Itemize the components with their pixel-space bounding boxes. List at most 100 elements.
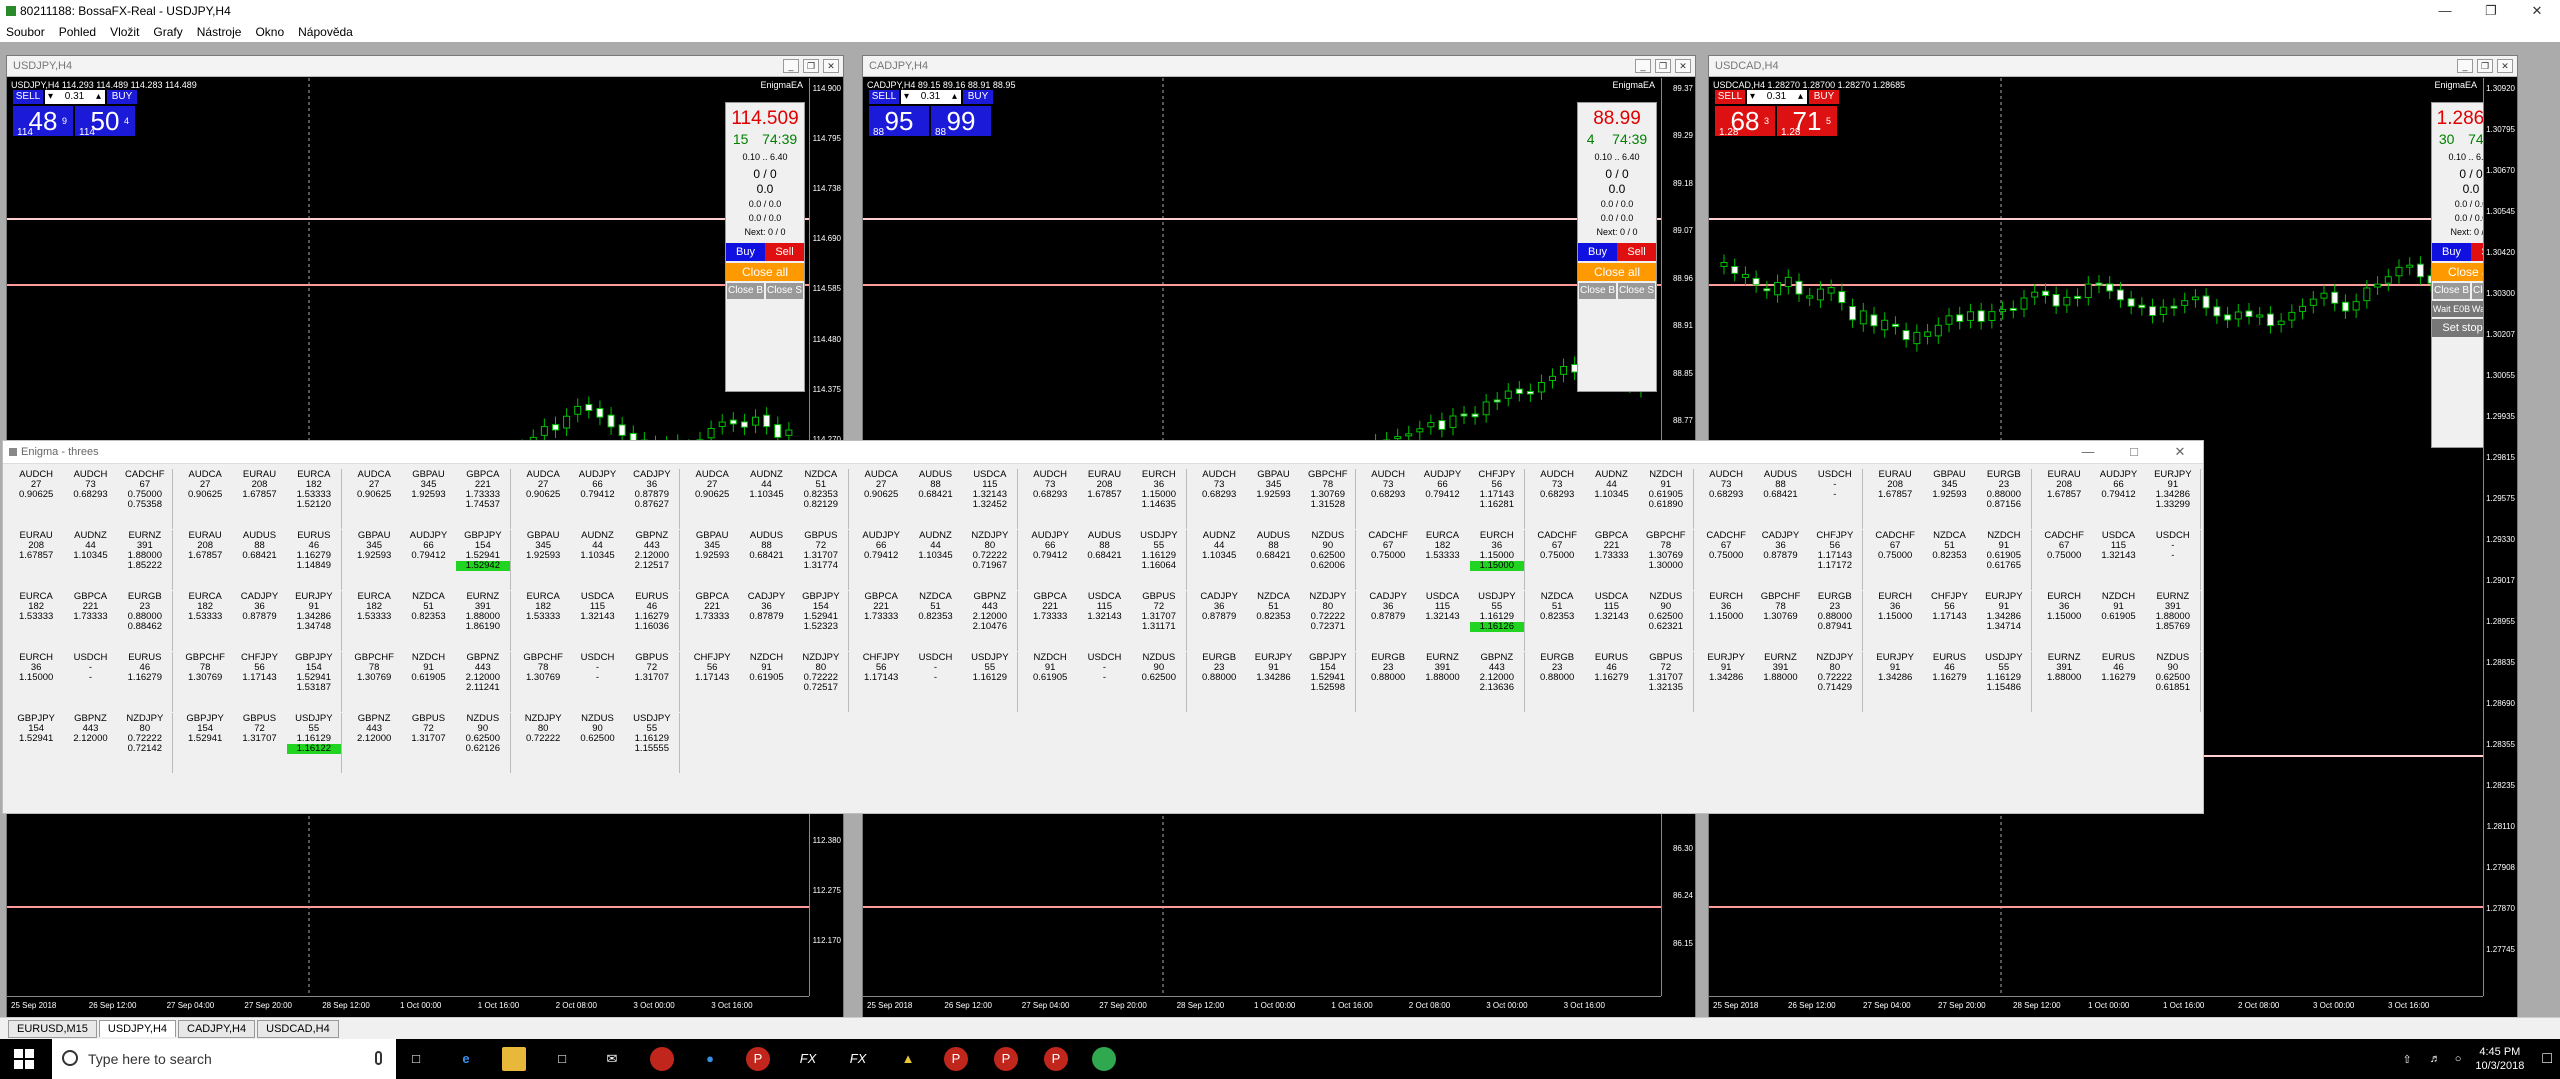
triangle-cell[interactable]: GBPCHF 78 1.30769 USDCH - - GBPUS 72 1.31707 [516,652,680,712]
menu-soubor[interactable]: Soubor [6,25,45,39]
menu-grafy[interactable]: Grafy [153,25,182,39]
ea-close-s-button[interactable]: Close S [1618,283,1655,299]
lot-increase-icon[interactable]: ▴ [96,90,101,104]
ea-buy-button[interactable]: Buy [726,243,765,261]
triangle-cell[interactable]: CADCHF 67 0.75000 GBPCA 221 1.73333 GBPCHF 78 1.… [1530,530,1694,590]
triangle-cell[interactable]: GBPCA 221 1.73333 USDCA 115 1.32143 GBPUS 72 1.3… [1023,591,1187,651]
sell-label[interactable]: SELL [869,90,899,104]
triangle-cell[interactable]: AUDCA 27 0.90625 AUDUS 88 0.68421 USDCA 115 1.32… [854,469,1018,529]
lot-decrease-icon[interactable]: ▾ [48,90,53,104]
ea-close-all-button[interactable]: Close all [1578,263,1656,281]
buy-price-button[interactable]: 88 99 [931,106,991,138]
fx-icon-2[interactable]: FX [846,1047,870,1071]
triangle-cell[interactable]: EURAU 208 1.67857 GBPAU 345 1.92593 EURGB 23 0.8… [1868,469,2032,529]
app-yellow-icon[interactable]: ▲ [896,1047,920,1071]
triangle-cell[interactable]: EURCH 36 1.15000 USDCH - - EURUS 46 1.16279 [9,652,173,712]
triangle-cell[interactable]: AUDCA 27 0.90625 GBPAU 345 1.92593 GBPCA 221 1.7… [347,469,511,529]
triangle-cell[interactable]: AUDCH 73 0.68293 GBPAU 345 1.92593 GBPCHF 78 1.3… [1192,469,1356,529]
volume-icon[interactable]: ♬ [2430,1053,2441,1065]
enigma-close-button[interactable]: ✕ [2157,441,2203,463]
menu-vlozit[interactable]: Vložit [110,25,139,39]
triangle-cell[interactable]: CADCHF 67 0.75000 EURCA 182 1.53333 EURCH 36 1.1… [1361,530,1525,590]
sell-price-button[interactable]: 1.28 68 3 [1715,106,1775,138]
triangle-cell[interactable]: EURGB 23 0.88000 EURNZ 391 1.88000 GBPNZ 443 2.1… [1361,652,1525,712]
ea-close-b-button[interactable]: Close B [727,283,764,299]
lot-decrease-icon[interactable]: ▾ [1750,90,1755,104]
triangle-cell[interactable]: EURCA 182 1.53333 CADJPY 36 0.87879 EURJPY 91 1.… [178,591,342,651]
triangle-cell[interactable]: AUDCH 27 0.90625 AUDCH 73 0.68293 CADCHF 67 0.75… [9,469,173,529]
triangle-cell[interactable]: EURCH 36 1.15000 GBPCHF 78 1.30769 EURGB 23 0.88… [1699,591,1863,651]
ea-sell-button[interactable]: Sell [1617,243,1656,261]
network-icon[interactable]: ⇧ [2403,1053,2412,1066]
chart-minimize-button[interactable]: _ [1635,59,1651,73]
close-button[interactable]: ✕ [2514,0,2560,22]
triangle-cell[interactable]: EURCA 182 1.53333 GBPCA 221 1.73333 EURGB 23 0.8… [9,591,173,651]
lot-decrease-icon[interactable]: ▾ [904,90,909,104]
triangle-cell[interactable]: NZDJPY 80 0.72222 NZDUS 90 0.62500 USDJPY 55 1.1… [516,713,680,773]
sell-label[interactable]: SELL [1715,90,1745,104]
buy-label[interactable]: BUY [107,90,137,104]
triangle-cell[interactable]: AUDJPY 66 0.79412 AUDUS 88 0.68421 USDJPY 55 1.1… [1023,530,1187,590]
enigma-minimize-button[interactable]: — [2065,441,2111,463]
ea-sell-button[interactable]: Sell [765,243,804,261]
ea-close-s-button[interactable]: Close S [766,283,803,299]
app-p-icon-4[interactable]: P [1044,1047,1068,1071]
triangle-cell[interactable]: GBPJPY 154 1.52941 GBPUS 72 1.31707 USDJPY 55 1.… [178,713,342,773]
store-icon[interactable]: □ [550,1047,574,1071]
minimize-button[interactable]: — [2422,0,2468,22]
sell-price-button[interactable]: 88 95 [869,106,929,138]
chrome-icon[interactable] [1092,1047,1116,1071]
notifications-icon[interactable]: □ [2542,1050,2552,1068]
triangle-cell[interactable]: EURCA 182 1.53333 USDCA 115 1.32143 EURUS 46 1.1… [516,591,680,651]
mail-icon[interactable]: ✉ [600,1047,624,1071]
triangle-cell[interactable]: GBPAU 345 1.92593 AUDNZ 44 1.10345 GBPNZ 443 2.1… [516,530,680,590]
chart-restore-button[interactable]: ❐ [1655,59,1671,73]
triangle-cell[interactable]: EURGB 23 0.88000 EURUS 46 1.16279 GBPUS 72 1.317… [1530,652,1694,712]
chart-close-button[interactable]: ✕ [823,59,839,73]
app-red-icon[interactable] [650,1047,674,1071]
sell-price-button[interactable]: 114 48 9 [13,106,73,138]
triangle-cell[interactable]: AUDCH 73 0.68293 AUDNZ 44 1.10345 NZDCH 91 0.619… [1530,469,1694,529]
taskbar-search[interactable]: Type here to search [52,1039,396,1079]
triangle-cell[interactable]: CHFJPY 56 1.17143 USDCH - - USDJPY 55 1.16129 [854,652,1018,712]
tab-usdcad-h4[interactable]: USDCAD,H4 [257,1019,339,1038]
triangle-cell[interactable]: EURAU 208 1.67857 AUDUS 88 0.68421 EURUS 46 1.16… [178,530,342,590]
triangle-cell[interactable]: GBPCHF 78 1.30769 NZDCH 91 0.61905 GBPNZ 443 2.1… [347,652,511,712]
lot-size-input[interactable]: ▾ 0.31 ▴ [901,90,961,104]
chart-restore-button[interactable]: ❐ [2477,59,2493,73]
ea-buy-button[interactable]: Buy [1578,243,1617,261]
triangle-cell[interactable]: AUDCH 73 0.68293 AUDJPY 66 0.79412 CHFJPY 56 1.1… [1361,469,1525,529]
lot-size-input[interactable]: ▾ 0.31 ▴ [45,90,105,104]
chart-close-button[interactable]: ✕ [1675,59,1691,73]
triangle-cell[interactable]: EURCA 182 1.53333 NZDCA 51 0.82353 EURNZ 391 1.8… [347,591,511,651]
triangle-cell[interactable]: EURNZ 391 1.88000 EURUS 46 1.16279 NZDUS 90 0.62… [2037,652,2201,712]
triangle-cell[interactable]: AUDCH 73 0.68293 AUDUS 88 0.68421 USDCH - - [1699,469,1863,529]
triangle-cell[interactable]: GBPNZ 443 2.12000 GBPUS 72 1.31707 NZDUS 90 0.62… [347,713,511,773]
tab-usdjpy-h4[interactable]: USDJPY,H4 [98,1020,177,1037]
ea-close-all-button[interactable]: Close all [726,263,804,281]
buy-price-button[interactable]: 114 50 4 [75,106,135,138]
lot-increase-icon[interactable]: ▴ [1798,90,1803,104]
ea-close-b-button[interactable]: Close B [2433,283,2470,299]
triangle-cell[interactable]: EURJPY 91 1.34286 EURUS 46 1.16279 USDJPY 55 1.1… [1868,652,2032,712]
triangle-cell[interactable]: AUDCA 27 0.90625 EURAU 208 1.67857 EURCA 182 1.5… [178,469,342,529]
triangle-cell[interactable]: GBPJPY 154 1.52941 GBPNZ 443 2.12000 NZDJPY 80 0… [9,713,173,773]
ea-buy-button[interactable]: Buy [2432,243,2471,261]
triangle-cell[interactable]: CADJPY 36 0.87879 USDCA 115 1.32143 USDJPY 55 1.… [1361,591,1525,651]
chart-minimize-button[interactable]: _ [2457,59,2473,73]
app-p-icon-1[interactable]: P [746,1047,770,1071]
tab-eurusd-m15[interactable]: EURUSD,M15 [8,1019,97,1038]
buy-label[interactable]: BUY [1809,90,1839,104]
triangle-cell[interactable]: CADJPY 36 0.87879 NZDCA 51 0.82353 NZDJPY 80 0.7… [1192,591,1356,651]
restore-button[interactable]: ❐ [2468,0,2514,22]
triangle-cell[interactable]: GBPCHF 78 1.30769 CHFJPY 56 1.17143 GBPJPY 154 1… [178,652,342,712]
sell-label[interactable]: SELL [13,90,43,104]
edge-icon[interactable]: e [454,1047,478,1071]
menu-nastroje[interactable]: Nástroje [197,25,242,39]
triangle-cell[interactable]: CADCHF 67 0.75000 CADJPY 36 0.87879 CHFJPY 56 1.… [1699,530,1863,590]
triangle-cell[interactable]: EURCH 36 1.15000 NZDCH 91 0.61905 EURNZ 391 1.88… [2037,591,2201,651]
triangle-cell[interactable]: CHFJPY 56 1.17143 NZDCH 91 0.61905 NZDJPY 80 0.7… [685,652,849,712]
lot-size-input[interactable]: ▾ 0.31 ▴ [1747,90,1807,104]
triangle-cell[interactable]: EURGB 23 0.88000 EURJPY 91 1.34286 GBPJPY 154 1.… [1192,652,1356,712]
app-blue-icon[interactable]: ● [698,1047,722,1071]
